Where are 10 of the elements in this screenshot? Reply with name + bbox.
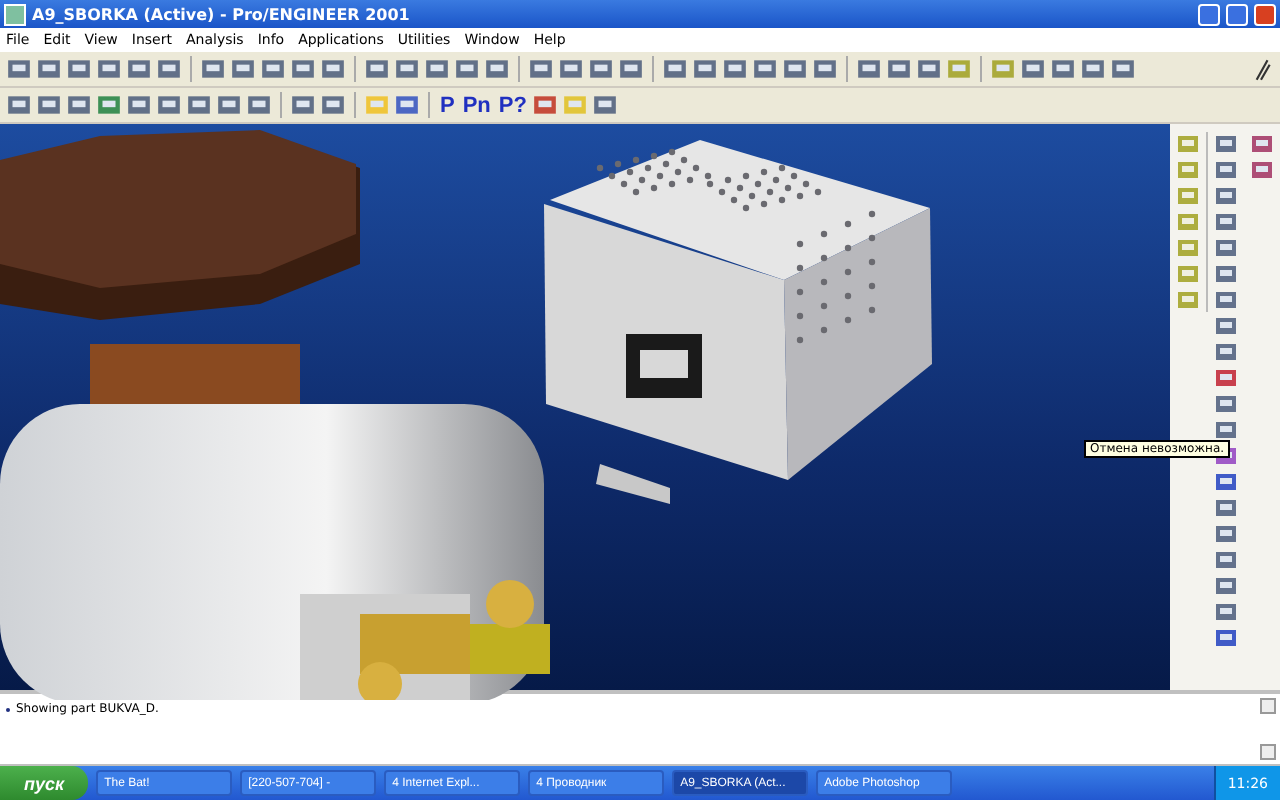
minimize-button[interactable] bbox=[1198, 3, 1220, 25]
parameter-button[interactable]: P? bbox=[496, 93, 529, 117]
close-button[interactable] bbox=[1254, 3, 1276, 25]
scroll-down-button[interactable] bbox=[1260, 744, 1276, 760]
scroll-up-button[interactable] bbox=[1260, 698, 1276, 714]
start-button[interactable]: пуск bbox=[0, 766, 89, 800]
restore-button[interactable] bbox=[1226, 3, 1248, 25]
parameter-button[interactable]: P bbox=[438, 93, 457, 117]
window-title: A9_SBORKA (Active) - Pro/ENGINEER 2001 bbox=[32, 5, 410, 23]
parameter-button[interactable]: Pn bbox=[460, 93, 493, 117]
